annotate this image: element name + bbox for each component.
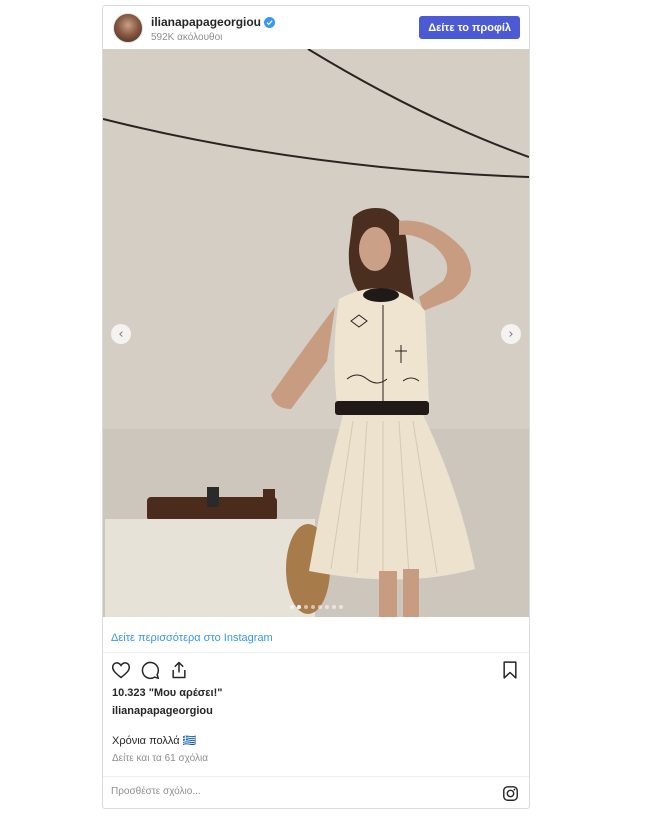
carousel-dot-active — [296, 605, 301, 609]
carousel-dot — [303, 605, 308, 609]
share-icon[interactable] — [169, 660, 189, 680]
carousel-dots — [103, 605, 529, 609]
bookmark-icon[interactable] — [500, 660, 520, 680]
post-header: ilianapapageorgiou 592K ακόλουθοι Δείτε … — [103, 6, 529, 49]
chevron-left-icon: ‹ — [118, 326, 124, 342]
verified-badge-icon — [264, 16, 276, 28]
like-count[interactable]: 10.323 "Μου αρέσει!" — [112, 687, 222, 699]
comment-input[interactable] — [111, 786, 491, 797]
carousel-dot — [331, 605, 336, 609]
username[interactable]: ilianapapageorgiou — [151, 15, 261, 29]
instagram-embed: ilianapapageorgiou 592K ακόλουθοι Δείτε … — [102, 5, 530, 809]
view-profile-button[interactable]: Δείτε το προφίλ — [419, 16, 520, 39]
caption-text: Χρόνια πολλά 🇬🇷 — [112, 735, 197, 747]
action-bar — [103, 654, 529, 686]
see-more-bar: Δείτε περισσότερα στο Instagram — [103, 617, 529, 653]
carousel-dot — [317, 605, 322, 609]
username-row: ilianapapageorgiou — [151, 15, 276, 29]
caption-username[interactable]: ilianapapageorgiou — [112, 705, 213, 717]
follower-count: 592K ακόλουθοι — [151, 32, 223, 43]
carousel-next-button[interactable]: › — [501, 324, 521, 344]
photo-scene — [103, 49, 529, 617]
heart-icon[interactable] — [111, 660, 131, 680]
add-comment-bar — [103, 776, 529, 809]
instagram-logo-icon[interactable] — [502, 785, 519, 802]
comment-icon[interactable] — [140, 660, 160, 680]
carousel-prev-button[interactable]: ‹ — [111, 324, 131, 344]
carousel-dot — [338, 605, 343, 609]
see-more-on-instagram-link[interactable]: Δείτε περισσότερα στο Instagram — [111, 632, 273, 644]
chevron-right-icon: › — [508, 326, 514, 342]
carousel-dot — [324, 605, 329, 609]
carousel-dot — [289, 605, 294, 609]
avatar[interactable] — [113, 13, 143, 43]
user-block: ilianapapageorgiou 592K ακόλουθοι — [151, 15, 276, 43]
post-photo[interactable]: ‹ › — [103, 49, 529, 617]
view-all-comments-link[interactable]: Δείτε και τα 61 σχόλια — [112, 753, 208, 764]
carousel-dot — [310, 605, 315, 609]
